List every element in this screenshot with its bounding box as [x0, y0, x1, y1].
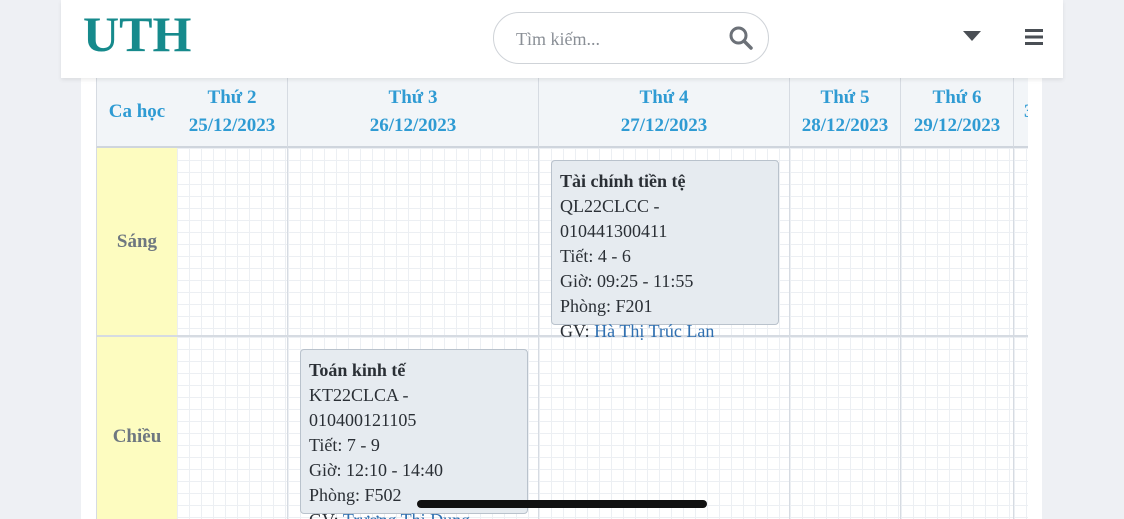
- day-name: Thứ 5: [820, 87, 870, 108]
- cell-thu-morning: [790, 148, 901, 337]
- class-code: QL22CLCC - 010441300411: [560, 196, 668, 241]
- day-name: Thứ 2: [207, 87, 257, 108]
- class-card[interactable]: Toán kinh tế KT22CLCA - 010400121105 Tiế…: [300, 349, 528, 519]
- day-date: 26/12/2023: [369, 115, 457, 136]
- cell-sat-morning: [1014, 148, 1028, 337]
- class-card[interactable]: Tài chính tiền tệ QL22CLCC - 01044130041…: [551, 160, 779, 341]
- search-input[interactable]: [514, 25, 718, 53]
- day-date: 27/12/2023: [620, 115, 708, 136]
- lecturer-link[interactable]: Trương Thị Dung: [343, 510, 470, 519]
- class-title: Tài chính tiền tệ: [560, 171, 686, 191]
- day-name: Thứ 6: [932, 87, 982, 108]
- search-box[interactable]: [493, 12, 769, 64]
- day-header-fri: Thứ 6 29/12/2023: [901, 78, 1014, 148]
- day-date: 29/12/2023: [913, 115, 1001, 136]
- day-header-tue: Thứ 3 26/12/2023: [288, 78, 539, 148]
- cell-sat-afternoon: [1014, 337, 1028, 519]
- class-time: Giờ: 12:10 - 14:40: [309, 460, 444, 480]
- day-header-sat: 3: [1014, 78, 1028, 148]
- top-header: UTH: [61, 0, 1063, 78]
- cell-mon-afternoon: [177, 337, 288, 519]
- day-name: Thứ 4: [639, 87, 689, 108]
- class-time: Giờ: 09:25 - 11:55: [560, 271, 694, 291]
- lecturer-link[interactable]: Hà Thị Trúc Lan: [594, 321, 714, 341]
- slot-afternoon: Chiều: [96, 337, 178, 519]
- class-lecturer-row: GV: Hà Thị Trúc Lan: [560, 319, 770, 344]
- day-date: 25/12/2023: [188, 115, 276, 136]
- day-name: Thứ 3: [388, 87, 438, 108]
- class-periods: Tiết: 7 - 9: [309, 435, 380, 455]
- day-date: 28/12/2023: [801, 115, 889, 136]
- class-title: Toán kinh tế: [309, 360, 406, 380]
- lecturer-label: GV:: [309, 510, 343, 519]
- uth-logo[interactable]: UTH: [83, 6, 191, 62]
- lecturer-label: GV:: [560, 321, 595, 341]
- class-periods: Tiết: 4 - 6: [560, 246, 631, 266]
- hamburger-menu-icon[interactable]: [1023, 26, 1045, 48]
- cell-thu-afternoon: [790, 337, 901, 519]
- day-header-thu: Thứ 5 28/12/2023: [790, 78, 901, 148]
- cell-wed-afternoon: [539, 337, 790, 519]
- class-lecturer-row: GV: Trương Thị Dung: [309, 508, 519, 519]
- day-header-wed: Thứ 4 27/12/2023: [539, 78, 790, 148]
- search-icon[interactable]: [728, 25, 754, 51]
- slot-morning: Sáng: [96, 148, 178, 337]
- cell-fri-afternoon: [901, 337, 1014, 519]
- cell-tue-morning: [288, 148, 539, 337]
- cell-mon-morning: [177, 148, 288, 337]
- schedule-grid: Ca học Thứ 2 25/12/2023 Thứ 3 26/12/2023…: [96, 78, 1028, 519]
- dropdown-caret-icon[interactable]: [961, 26, 983, 46]
- day-date: 3: [1024, 98, 1028, 126]
- slot-column-header: Ca học: [96, 78, 178, 148]
- cell-fri-morning: [901, 148, 1014, 337]
- day-header-mon: Thứ 2 25/12/2023: [177, 78, 288, 148]
- home-indicator-bar[interactable]: [417, 500, 707, 508]
- class-room: Phòng: F201: [560, 296, 653, 316]
- schedule-panel: Ca học Thứ 2 25/12/2023 Thứ 3 26/12/2023…: [81, 78, 1042, 519]
- class-code: KT22CLCA - 010400121105: [309, 385, 417, 430]
